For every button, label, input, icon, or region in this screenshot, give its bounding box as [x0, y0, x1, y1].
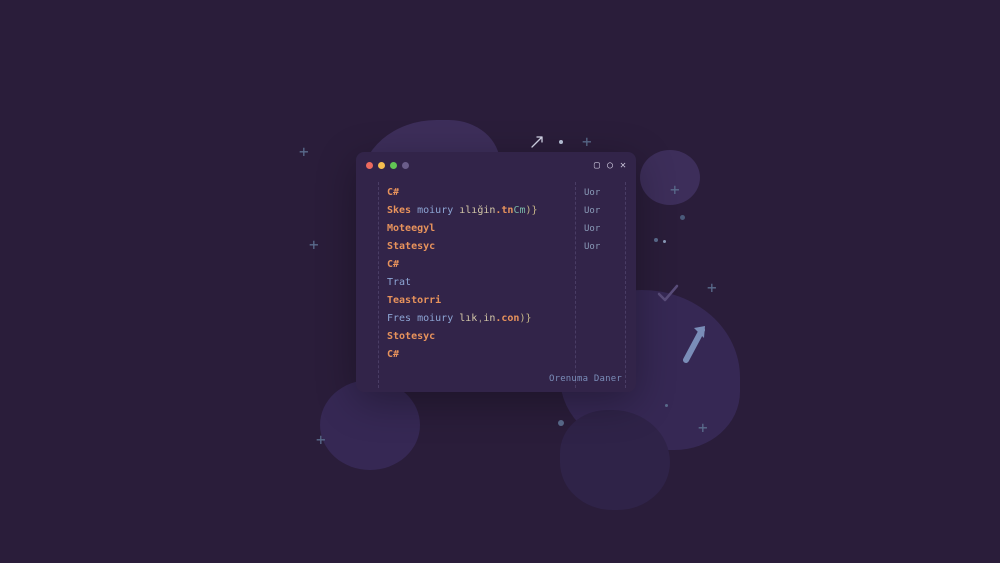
- decorative-dot: [663, 240, 666, 243]
- plus-icon: +: [698, 418, 708, 437]
- close-traffic-light[interactable]: [366, 162, 373, 169]
- maximize-traffic-light[interactable]: [390, 162, 397, 169]
- arrow-icon: [680, 320, 702, 355]
- decorative-dot: [654, 238, 658, 242]
- footer-label: Orenuma Daner: [549, 374, 622, 384]
- side-column: UorUorUorUor: [576, 182, 626, 388]
- editor-body: C#Skes moiury ılığin.tnCm)}MoteegylState…: [356, 178, 636, 392]
- code-line: Skes moiury ılığin.tnCm)}: [387, 202, 567, 220]
- checkmark-icon: [655, 280, 681, 312]
- plus-icon: +: [316, 430, 326, 449]
- side-label: Uor: [584, 184, 625, 202]
- side-label: Uor: [584, 202, 625, 220]
- traffic-lights: [366, 162, 409, 169]
- plus-icon: +: [309, 235, 319, 254]
- window-titlebar: ▢ ○ ✕: [356, 152, 636, 178]
- code-line: Moteegyl: [387, 220, 567, 238]
- side-label: Uor: [584, 220, 625, 238]
- code-line: C#: [387, 256, 567, 274]
- decorative-dot: [665, 404, 668, 407]
- plus-icon: +: [707, 278, 717, 297]
- background-blob: [320, 380, 420, 470]
- decorative-dot: [559, 140, 563, 144]
- decorative-dot: [680, 215, 685, 220]
- plus-icon: +: [582, 132, 592, 151]
- window-controls: ▢ ○ ✕: [594, 160, 626, 171]
- code-line: Statesyc: [387, 238, 567, 256]
- close-icon[interactable]: ✕: [620, 160, 626, 171]
- background-blob: [560, 410, 670, 510]
- code-column: C#Skes moiury ılığin.tnCm)}MoteegylState…: [378, 182, 576, 388]
- code-editor-window: ▢ ○ ✕ C#Skes moiury ılığin.tnCm)}Moteegy…: [356, 152, 636, 392]
- code-line: Teastorri: [387, 292, 567, 310]
- code-line: Fres moiury lıkˌin.con)}: [387, 310, 567, 328]
- extra-traffic-light: [402, 162, 409, 169]
- side-label: Uor: [584, 238, 625, 256]
- plus-icon: +: [299, 142, 309, 161]
- decorative-dot: [558, 420, 564, 426]
- plus-icon: +: [670, 180, 680, 199]
- minimize-traffic-light[interactable]: [378, 162, 385, 169]
- minimize-icon[interactable]: ▢: [594, 160, 600, 171]
- code-line: C#: [387, 184, 567, 202]
- maximize-icon[interactable]: ○: [607, 160, 613, 171]
- code-line: Stotesyc: [387, 328, 567, 346]
- code-line: Trat: [387, 274, 567, 292]
- arrow-icon: [530, 133, 546, 153]
- code-line: C#: [387, 346, 567, 364]
